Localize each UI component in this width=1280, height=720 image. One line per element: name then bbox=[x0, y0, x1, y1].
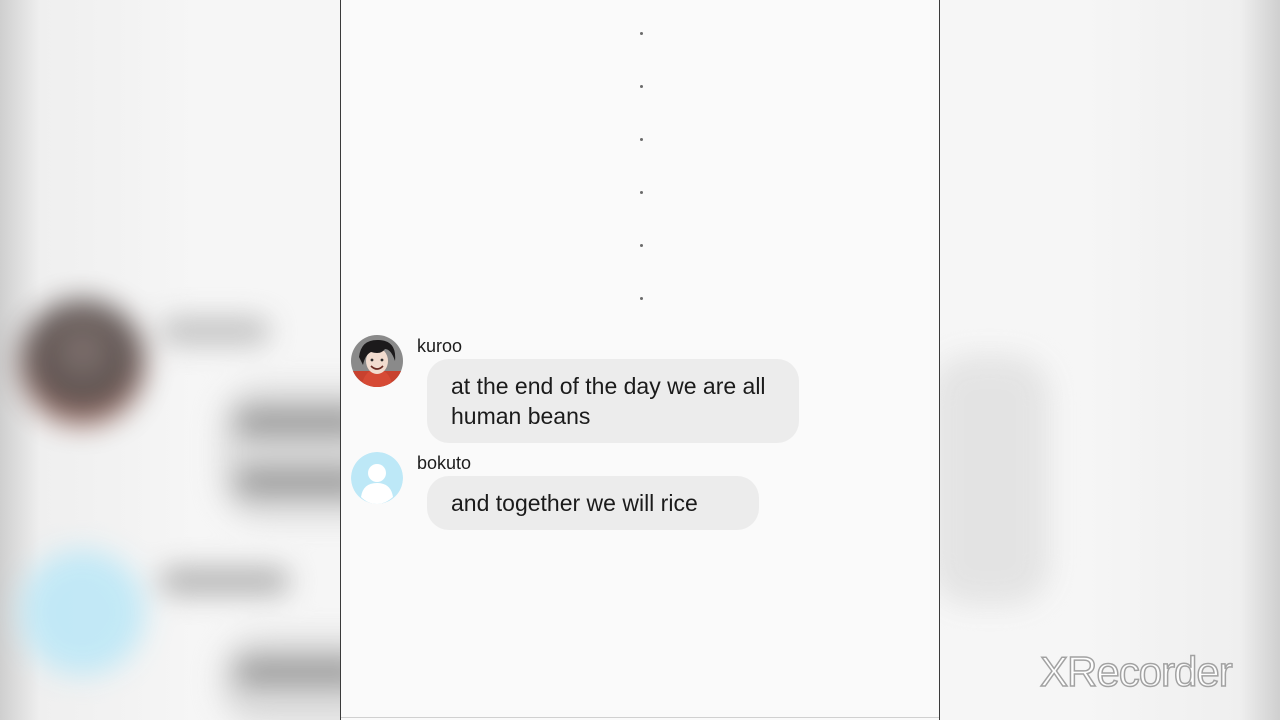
sender-name: kuroo bbox=[417, 336, 463, 356]
divider bbox=[341, 717, 939, 718]
blurred-avatar bbox=[20, 550, 145, 675]
default-user-avatar[interactable] bbox=[351, 452, 403, 504]
dot bbox=[640, 32, 643, 35]
message-bubble[interactable]: and together we will rice bbox=[427, 476, 759, 530]
dot bbox=[640, 85, 643, 88]
chat-message: kuroo at the end of the day we are all h… bbox=[351, 335, 911, 445]
dot bbox=[640, 297, 643, 300]
dot bbox=[640, 244, 643, 247]
blurred-avatar bbox=[20, 300, 145, 425]
kuroo-avatar[interactable] bbox=[351, 335, 403, 387]
chat-message: bokuto and together we will rice bbox=[351, 452, 911, 536]
ellipsis-dots bbox=[341, 0, 939, 320]
blurred-bubble bbox=[930, 355, 1050, 605]
chat-screen: kuroo at the end of the day we are all h… bbox=[340, 0, 940, 720]
blurred-name bbox=[160, 568, 290, 594]
message-bubble[interactable]: at the end of the day we are all human b… bbox=[427, 359, 799, 443]
recorder-watermark: XRecorder bbox=[1039, 647, 1233, 696]
sender-name: bokuto bbox=[417, 453, 472, 473]
blurred-name bbox=[160, 318, 270, 344]
dot bbox=[640, 138, 643, 141]
dot bbox=[640, 191, 643, 194]
